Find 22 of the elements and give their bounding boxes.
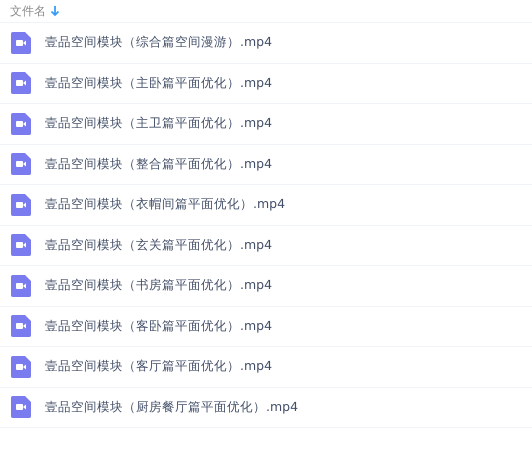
- video-file-icon: [11, 153, 31, 176]
- file-name[interactable]: 壹品空间模块（整合篇平面优化）.mp4: [45, 154, 272, 174]
- file-name[interactable]: 壹品空间模块（主卧篇平面优化）.mp4: [45, 74, 272, 93]
- video-file-icon: [11, 32, 31, 54]
- file-name[interactable]: 壹品空间模块（玄关篇平面优化）.mp4: [45, 236, 272, 255]
- video-file-icon: [11, 194, 31, 216]
- file-name[interactable]: 壹品空间模块（客卧篇平面优化）.mp4: [45, 316, 272, 336]
- file-name[interactable]: 壹品空间模块（厨房餐厅篇平面优化）.mp4: [45, 398, 298, 417]
- file-name[interactable]: 壹品空间模块（书房篇平面优化）.mp4: [45, 276, 272, 296]
- video-file-icon: [11, 315, 31, 338]
- sort-arrow-icon[interactable]: [50, 5, 60, 17]
- video-file-icon: [11, 112, 31, 135]
- file-name[interactable]: 壹品空间模块（衣帽间篇平面优化）.mp4: [45, 195, 286, 214]
- file-name[interactable]: 壹品空间模块（客厅篇平面优化）.mp4: [45, 357, 272, 376]
- video-file-icon: [11, 234, 31, 256]
- video-file-icon: [11, 396, 31, 418]
- video-file-icon: [11, 356, 31, 378]
- file-name[interactable]: 壹品空间模块（主卫篇平面优化）.mp4: [45, 114, 272, 134]
- video-file-icon: [11, 72, 31, 94]
- column-header[interactable]: 文件名: [10, 2, 46, 20]
- file-name[interactable]: 壹品空间模块（综合篇空间漫游）.mp4: [45, 33, 272, 52]
- video-file-icon: [11, 274, 31, 297]
